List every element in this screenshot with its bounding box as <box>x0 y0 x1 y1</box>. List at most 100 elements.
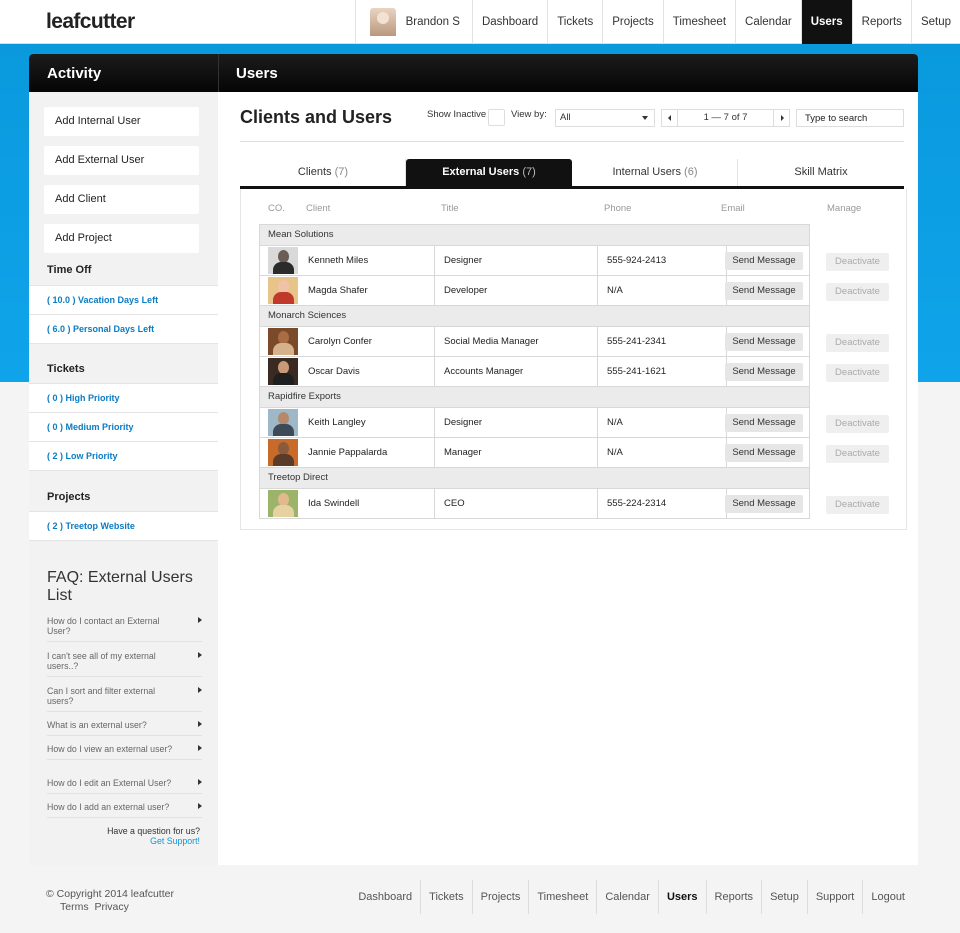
footer-nav-dashboard[interactable]: Dashboard <box>350 880 420 914</box>
user-name-cell[interactable]: Carolyn Confer <box>308 327 372 356</box>
add-external-user-button[interactable]: Add External User <box>44 146 199 175</box>
view-by-select[interactable]: All <box>555 109 655 127</box>
deactivate-button[interactable]: Deactivate <box>826 445 889 463</box>
send-message-button[interactable]: Send Message <box>725 495 803 513</box>
nav-projects[interactable]: Projects <box>602 0 663 44</box>
nav-timesheet[interactable]: Timesheet <box>662 0 735 44</box>
footer-nav-logout[interactable]: Logout <box>862 880 913 914</box>
tab-external-users[interactable]: External Users (7) <box>406 159 572 186</box>
tab-label: Internal Users <box>612 166 681 178</box>
user-name-cell[interactable]: Ida Swindell <box>308 489 359 518</box>
table-row[interactable]: Keith Langley Designer N/A Send Message <box>259 408 810 438</box>
treetop-website-link[interactable]: ( 2 ) Treetop Website <box>29 511 218 540</box>
deactivate-button[interactable]: Deactivate <box>826 496 889 514</box>
send-message-button[interactable]: Send Message <box>725 363 803 381</box>
user-phone-cell: N/A <box>597 438 726 467</box>
footer-nav-users[interactable]: Users <box>657 880 706 914</box>
footer-nav-support[interactable]: Support <box>806 880 863 914</box>
copyright-text: © Copyright 2014 leafcutter <box>46 888 174 900</box>
table-row[interactable]: Oscar Davis Accounts Manager 555-241-162… <box>259 357 810 387</box>
faq-item[interactable]: How do I contact an External User? <box>47 616 202 642</box>
nav-dashboard[interactable]: Dashboard <box>471 0 547 44</box>
faq-question: Can I sort and filter external users? <box>47 686 156 706</box>
faq-item[interactable]: How do I edit an External User? <box>47 778 202 794</box>
send-message-button[interactable]: Send Message <box>725 414 803 432</box>
personal-days-link[interactable]: ( 6.0 ) Personal Days Left <box>29 314 218 343</box>
add-project-button[interactable]: Add Project <box>44 224 199 253</box>
add-client-button[interactable]: Add Client <box>44 185 199 214</box>
user-name-cell[interactable]: Jannie Pappalarda <box>308 438 387 467</box>
user-phone-cell: 555-241-1621 <box>597 357 726 386</box>
user-name-cell[interactable]: Kenneth Miles <box>308 246 368 275</box>
footer-nav-calendar[interactable]: Calendar <box>596 880 658 914</box>
avatar <box>268 277 298 304</box>
terms-link[interactable]: Terms <box>60 901 89 913</box>
user-menu[interactable]: Brandon S <box>354 0 472 44</box>
vacation-days-link[interactable]: ( 10.0 ) Vacation Days Left <box>29 285 218 314</box>
faq-item[interactable]: I can't see all of my external users..? <box>47 651 202 677</box>
table-row[interactable]: Kenneth Miles Designer 555-924-2413 Send… <box>259 246 810 276</box>
footer-nav-timesheet[interactable]: Timesheet <box>528 880 596 914</box>
user-name-cell[interactable]: Oscar Davis <box>308 357 360 386</box>
page-range: 1 — 7 of 7 <box>703 112 748 123</box>
table-row[interactable]: Ida Swindell CEO 555-224-2314 Send Messa… <box>259 489 810 519</box>
high-priority-link[interactable]: ( 0 ) High Priority <box>29 383 218 412</box>
send-message-button[interactable]: Send Message <box>725 444 803 462</box>
nav-reports[interactable]: Reports <box>851 0 911 44</box>
table-row[interactable]: Jannie Pappalarda Manager N/A Send Messa… <box>259 438 810 468</box>
footer-nav-tickets[interactable]: Tickets <box>420 880 471 914</box>
pagination: 1 — 7 of 7 <box>661 109 790 127</box>
view-by-value: All <box>560 112 571 123</box>
prev-page-button[interactable] <box>662 110 678 126</box>
sidebar: Add Internal User Add External User Add … <box>29 92 218 865</box>
avatar <box>268 328 298 355</box>
faq-item[interactable]: How do I view an external user? <box>47 744 202 760</box>
header-rule <box>240 141 904 142</box>
send-message-button[interactable]: Send Message <box>725 252 803 270</box>
privacy-link[interactable]: Privacy <box>94 901 128 913</box>
page-title: Clients and Users <box>240 107 393 127</box>
deactivate-button[interactable]: Deactivate <box>826 364 889 382</box>
tab-internal-users[interactable]: Internal Users (6) <box>572 159 738 186</box>
avatar <box>268 247 298 274</box>
faq-title: FAQ: External Users List <box>47 569 193 604</box>
send-message-button[interactable]: Send Message <box>725 333 803 351</box>
next-page-button[interactable] <box>773 110 789 126</box>
faq-item[interactable]: Can I sort and filter external users? <box>47 686 202 712</box>
chevron-right-icon <box>198 617 202 623</box>
deactivate-button[interactable]: Deactivate <box>826 253 889 271</box>
deactivate-button[interactable]: Deactivate <box>826 283 889 301</box>
user-phone-cell: N/A <box>597 408 726 437</box>
get-support-link[interactable]: Get Support! <box>47 836 200 846</box>
search-input[interactable] <box>796 109 904 127</box>
footer-nav-projects[interactable]: Projects <box>471 880 529 914</box>
table-row[interactable]: Magda Shafer Developer N/A Send Message <box>259 276 810 306</box>
vacation-days-label: Vacation Days Left <box>78 295 159 305</box>
footer-nav-setup[interactable]: Setup <box>761 880 807 914</box>
deactivate-button[interactable]: Deactivate <box>826 334 889 352</box>
user-name-cell[interactable]: Magda Shafer <box>308 276 368 305</box>
deactivate-button[interactable]: Deactivate <box>826 415 889 433</box>
tab-count: (7) <box>522 166 536 178</box>
nav-tickets[interactable]: Tickets <box>547 0 602 44</box>
low-priority-link[interactable]: ( 2 ) Low Priority <box>29 441 218 470</box>
tab-clients[interactable]: Clients (7) <box>240 159 406 186</box>
nav-users[interactable]: Users <box>800 0 852 44</box>
time-off-heading: Time Off <box>47 264 92 276</box>
faq-question: How do I contact an External User? <box>47 616 160 636</box>
show-inactive-checkbox[interactable] <box>488 109 505 126</box>
add-internal-user-button[interactable]: Add Internal User <box>44 107 199 136</box>
footer-copyright: © Copyright 2014 leafcutter Terms Privac… <box>46 888 174 914</box>
app-logo[interactable]: leafcutter <box>46 10 135 34</box>
send-message-button[interactable]: Send Message <box>725 282 803 300</box>
faq-item[interactable]: What is an external user? <box>47 720 202 736</box>
faq-item[interactable]: How do I add an external user? <box>47 802 202 818</box>
user-name-cell[interactable]: Keith Langley <box>308 408 366 437</box>
footer-nav-reports[interactable]: Reports <box>705 880 762 914</box>
column-header-title: Title <box>441 203 459 214</box>
nav-setup[interactable]: Setup <box>910 0 960 44</box>
nav-calendar[interactable]: Calendar <box>735 0 801 44</box>
medium-priority-link[interactable]: ( 0 ) Medium Priority <box>29 412 218 441</box>
tab-skill-matrix[interactable]: Skill Matrix <box>738 159 904 186</box>
table-row[interactable]: Carolyn Confer Social Media Manager 555-… <box>259 327 810 357</box>
